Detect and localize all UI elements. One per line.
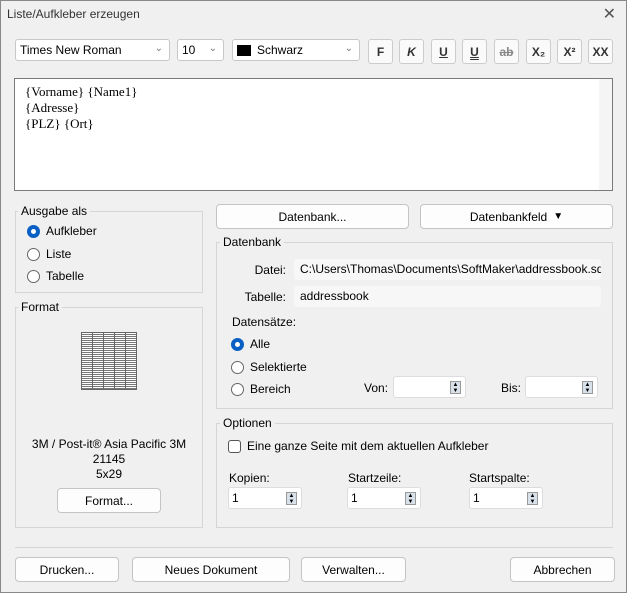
table-label: Tabelle: [244, 290, 286, 304]
records-label: Datensätze: [232, 315, 297, 329]
subscript-button[interactable]: X₂ [526, 39, 551, 64]
format-layout: 5x29 [95, 467, 123, 481]
radio-icon [27, 269, 40, 283]
output-group-label: Ausgabe als [18, 204, 91, 218]
manage-button[interactable]: Verwalten... [301, 557, 406, 582]
radio-label: Bereich [250, 382, 291, 396]
editor-scrollbar[interactable] [599, 79, 612, 190]
dropdown-arrow-icon: ▼ [553, 211, 564, 222]
double-underline-button[interactable]: U [462, 39, 487, 64]
chevron-down-icon: ⌄ [344, 43, 353, 54]
chevron-down-icon: ⌄ [154, 43, 163, 54]
checkbox-icon [228, 439, 241, 453]
radio-label: Tabelle [46, 269, 85, 283]
radio-liste[interactable]: Liste [27, 247, 71, 261]
start-col-label: Startspalte: [469, 471, 530, 485]
radio-label: Alle [250, 337, 271, 351]
editor-line: {PLZ} {Ort} [25, 116, 94, 131]
database-group-label: Datenbank [220, 235, 285, 249]
new-document-button[interactable]: Neues Dokument [132, 557, 290, 582]
to-label: Bis: [501, 381, 522, 395]
spinner-icon[interactable]: ▲ ▼ [450, 381, 461, 394]
full-page-checkbox[interactable]: Eine ganze Seite mit dem aktuellen Aufkl… [228, 439, 488, 453]
start-col-input[interactable]: 1 ▲ ▼ [469, 487, 543, 509]
editor-line: {Adresse} [25, 100, 80, 115]
spinner-icon[interactable]: ▲ ▼ [405, 492, 416, 505]
underline-button[interactable]: U [431, 39, 456, 64]
radio-icon [231, 382, 244, 396]
start-row-label: Startzeile: [348, 471, 402, 485]
radio-aufkleber[interactable]: Aufkleber [27, 224, 97, 238]
format-code: 21145 [92, 452, 126, 466]
file-label: Datei: [254, 263, 286, 277]
file-field[interactable]: C:\Users\Thomas\Documents\SoftMaker\addr… [294, 259, 601, 280]
radio-label: Liste [46, 247, 72, 261]
to-input[interactable]: ▲ ▼ [525, 376, 598, 398]
strikethrough-button[interactable]: ab [494, 39, 519, 64]
color-combo[interactable]: Schwarz ⌄ [232, 39, 360, 61]
database-field-label: Datenbankfeld [469, 209, 548, 224]
radio-selektierte[interactable]: Selektierte [231, 360, 307, 374]
format-name: 3M / Post-it® Asia Pacific 3M [31, 437, 187, 451]
footer-divider [15, 547, 613, 548]
start-col-value: 1 [473, 491, 480, 505]
font-value: Times New Roman [20, 43, 122, 57]
radio-icon [27, 247, 40, 261]
color-swatch [237, 44, 251, 56]
from-label: Von: [364, 381, 389, 395]
superscript-button[interactable]: X² [557, 39, 582, 64]
font-combo[interactable]: Times New Roman ⌄ [15, 39, 170, 61]
spinner-icon[interactable]: ▲ ▼ [582, 381, 593, 394]
radio-icon [231, 360, 244, 374]
bold-button[interactable]: F [368, 39, 393, 64]
format-group-label: Format [18, 300, 63, 314]
radio-bereich[interactable]: Bereich [231, 382, 291, 396]
spinner-icon[interactable]: ▲ ▼ [527, 492, 538, 505]
database-field-button[interactable]: Datenbankfeld ▼ [420, 204, 613, 229]
label-text-editor[interactable]: {Vorname} {Name1} {Adresse} {PLZ} {Ort} [14, 78, 613, 191]
from-input[interactable]: ▲ ▼ [393, 376, 466, 398]
radio-icon [231, 337, 244, 351]
radio-label: Selektierte [250, 360, 307, 374]
print-button[interactable]: Drucken... [15, 557, 119, 582]
close-icon[interactable]: ✕ [603, 4, 616, 24]
size-combo[interactable]: 10 ⌄ [177, 39, 224, 61]
database-button[interactable]: Datenbank... [216, 204, 409, 229]
editor-line: {Vorname} {Name1} [25, 84, 138, 99]
copies-label: Kopien: [229, 471, 270, 485]
radio-alle[interactable]: Alle [231, 337, 270, 351]
radio-tabelle[interactable]: Tabelle [27, 269, 84, 283]
format-button[interactable]: Format... [57, 488, 161, 513]
color-value: Schwarz [257, 43, 304, 57]
cancel-button[interactable]: Abbrechen [510, 557, 615, 582]
chevron-down-icon: ⌄ [208, 43, 217, 54]
label-sheet-preview [81, 332, 137, 390]
radio-icon [27, 224, 40, 238]
window-title: Liste/Aufkleber erzeugen [7, 7, 140, 21]
options-group-label: Optionen [220, 416, 275, 430]
radio-label: Aufkleber [46, 224, 97, 238]
size-value: 10 [182, 43, 196, 57]
start-row-value: 1 [351, 491, 358, 505]
italic-button[interactable]: K [399, 39, 424, 64]
start-row-input[interactable]: 1 ▲ ▼ [347, 487, 421, 509]
small-caps-button[interactable]: XX [588, 39, 613, 64]
table-field[interactable]: addressbook [294, 286, 601, 307]
checkbox-label: Eine ganze Seite mit dem aktuellen Aufkl… [247, 439, 489, 453]
copies-input[interactable]: 1 ▲ ▼ [228, 487, 302, 509]
spinner-icon[interactable]: ▲ ▼ [286, 492, 297, 505]
copies-value: 1 [232, 491, 239, 505]
